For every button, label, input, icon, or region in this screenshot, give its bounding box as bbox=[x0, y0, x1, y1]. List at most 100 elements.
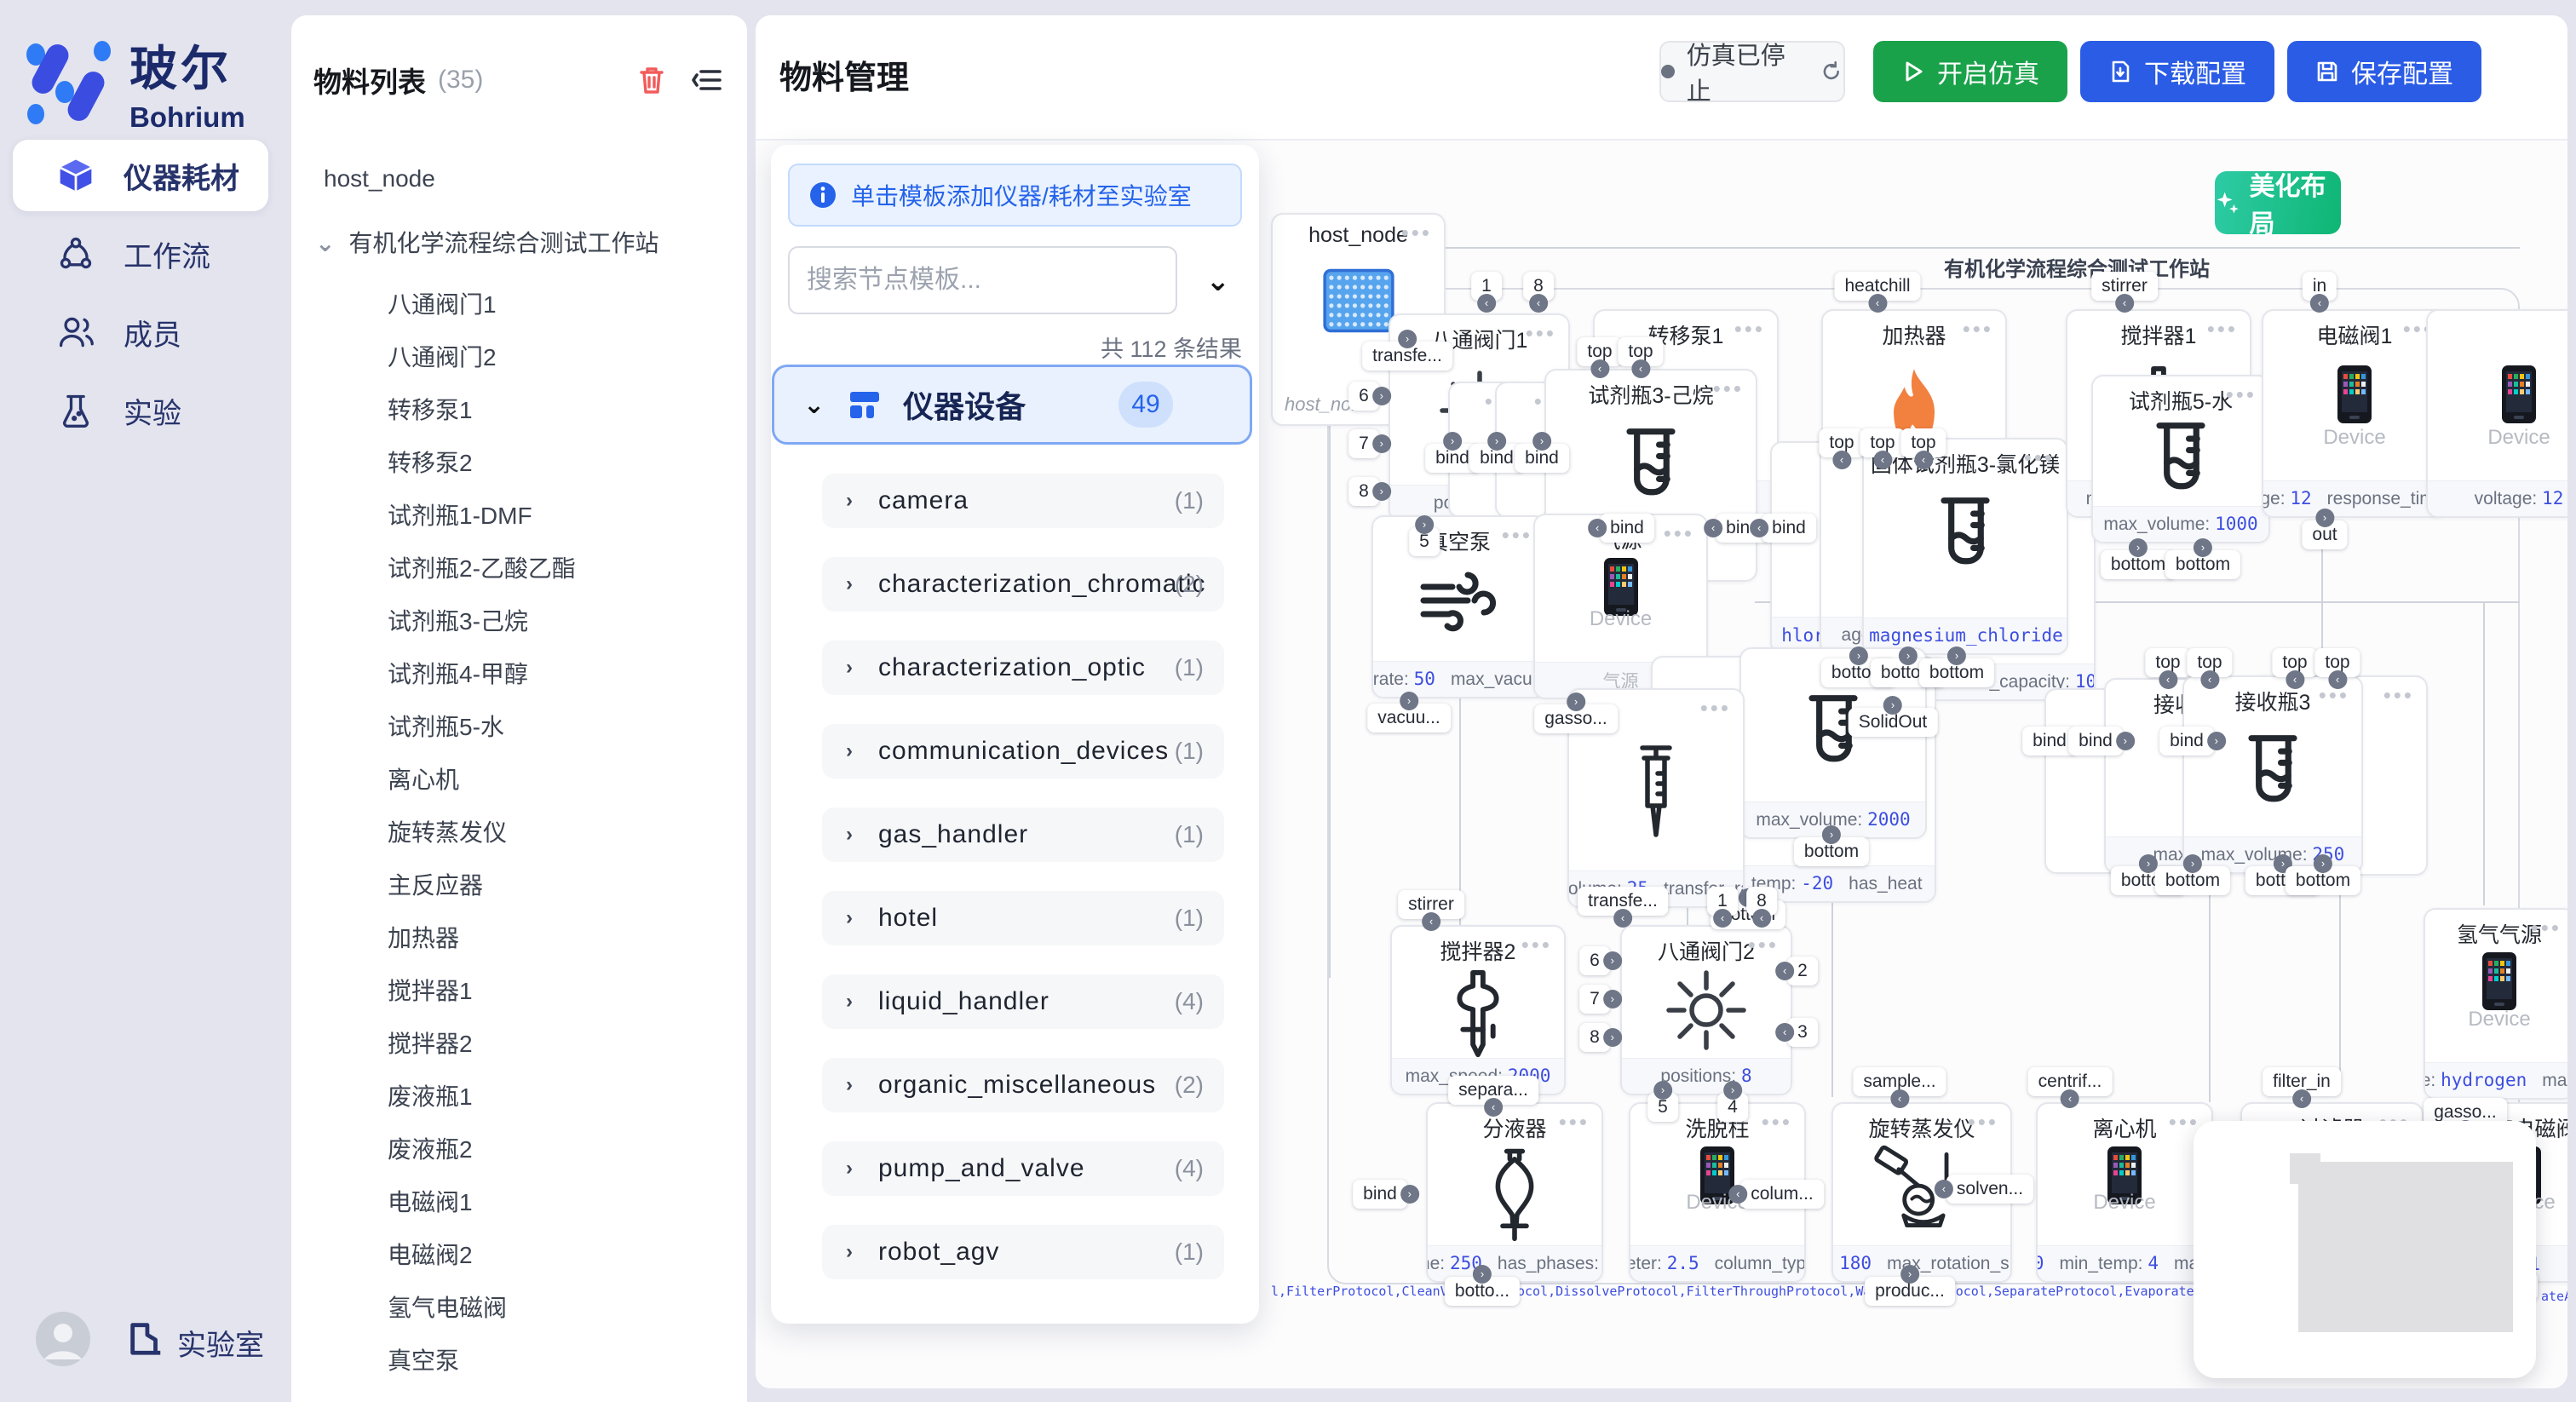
port-vacuu[interactable]: vacuu...› bbox=[1367, 704, 1451, 733]
port-8[interactable]: 8‹ bbox=[1746, 887, 1777, 916]
node-menu-icon[interactable]: ••• bbox=[1502, 522, 1532, 549]
tree-group[interactable]: ⌄有机化学流程综合测试工作站 bbox=[315, 225, 658, 259]
port-handle-icon[interactable]: ‹ bbox=[1484, 1098, 1503, 1117]
port-7[interactable]: 7› bbox=[1579, 985, 1610, 1014]
port-handle-icon[interactable]: ‹ bbox=[1775, 962, 1794, 980]
port-SolidOut[interactable]: SolidOut› bbox=[1849, 708, 1938, 737]
node-真空泵[interactable]: 真空泵•••pump_rate: 50max_vacuum: 0.1 bbox=[1371, 515, 1546, 698]
port-handle-icon[interactable]: ‹ bbox=[1750, 519, 1768, 537]
port-handle-icon[interactable]: ‹ bbox=[2061, 1089, 2079, 1108]
node-menu-icon[interactable]: ••• bbox=[2169, 1109, 2199, 1135]
port-handle-icon[interactable]: › bbox=[1567, 692, 1585, 711]
tree-item[interactable]: 废液瓶2 bbox=[388, 1131, 473, 1165]
node-menu-icon[interactable]: ••• bbox=[2024, 445, 2055, 471]
port-bottom[interactable]: bottom› bbox=[1794, 837, 1869, 866]
category-row-camera[interactable]: ›camera(1) bbox=[822, 474, 1224, 528]
port-handle-icon[interactable]: › bbox=[1443, 432, 1462, 451]
node-menu-icon[interactable]: ••• bbox=[1401, 220, 1432, 246]
category-row-communication_devices[interactable]: ›communication_devices(1) bbox=[822, 724, 1224, 779]
port-handle-icon[interactable]: › bbox=[2207, 732, 2226, 750]
node-menu-icon[interactable]: ••• bbox=[1748, 932, 1779, 958]
avatar[interactable] bbox=[36, 1312, 90, 1366]
sim-status-pill[interactable]: 仿真已停止 bbox=[1659, 41, 1845, 102]
tree-item[interactable]: 废液瓶1 bbox=[388, 1078, 473, 1112]
tree-root[interactable]: host_node bbox=[324, 165, 435, 192]
port-6[interactable]: 6› bbox=[1579, 946, 1610, 975]
node-试剂瓶5-水[interactable]: 试剂瓶5-水•••max_volume: 1000 bbox=[2091, 375, 2270, 543]
port-handle-icon[interactable]: ‹ bbox=[1914, 451, 1933, 469]
port-stirrer[interactable]: stirrer‹ bbox=[1398, 890, 1464, 919]
category-row-hotel[interactable]: ›hotel(1) bbox=[822, 891, 1224, 945]
tree-item[interactable]: 试剂瓶5-水 bbox=[388, 709, 504, 743]
sidebar-item-workflow[interactable]: 工作流 bbox=[13, 218, 268, 290]
port-handle-icon[interactable]: ‹ bbox=[2286, 670, 2304, 689]
port-handle-icon[interactable]: ‹ bbox=[2310, 294, 2329, 313]
category-row-characterization_optic[interactable]: ›characterization_optic(1) bbox=[822, 641, 1224, 695]
port-bind[interactable]: bind› bbox=[1353, 1180, 1407, 1209]
port-1[interactable]: 1‹ bbox=[1707, 887, 1738, 916]
port-bottom[interactable]: bottom› bbox=[2155, 866, 2230, 895]
port-handle-icon[interactable]: › bbox=[1372, 482, 1391, 501]
port-sample[interactable]: sample...‹ bbox=[1853, 1067, 1946, 1096]
node-八通阀门2[interactable]: 八通阀门2•••positions: 8 bbox=[1620, 925, 1792, 1095]
port-handle-icon[interactable]: › bbox=[1532, 432, 1551, 451]
port-top[interactable]: top‹ bbox=[2187, 648, 2232, 677]
node-menu-icon[interactable]: ••• bbox=[1559, 1109, 1590, 1135]
port-out[interactable]: out› bbox=[2302, 520, 2347, 549]
node-menu-icon[interactable]: ••• bbox=[1968, 1109, 1998, 1135]
port-handle-icon[interactable]: › bbox=[2183, 854, 2202, 873]
tree-item[interactable]: 搅拌器2 bbox=[388, 1026, 473, 1060]
port-handle-icon[interactable]: › bbox=[1653, 1081, 1672, 1100]
port-handle-icon[interactable]: ‹ bbox=[1728, 1185, 1747, 1204]
port-5[interactable]: 5› bbox=[1647, 1093, 1678, 1122]
port-bind[interactable]: bind› bbox=[2068, 727, 2123, 756]
port-handle-icon[interactable]: ‹ bbox=[1631, 359, 1650, 378]
download-config-button[interactable]: 下载配置 bbox=[2080, 41, 2274, 102]
search-input[interactable] bbox=[788, 246, 1177, 314]
port-handle-icon[interactable]: › bbox=[1900, 1265, 1919, 1284]
tree-item[interactable]: 真空泵 bbox=[388, 1342, 459, 1376]
node-menu-icon[interactable]: ••• bbox=[1963, 316, 1993, 342]
lab-row[interactable]: 实验室 bbox=[0, 1312, 290, 1388]
port-handle-icon[interactable]: ‹ bbox=[1890, 1089, 1909, 1108]
node-氢气气源[interactable]: 氢气气源•••Device_type: hydrogenmax_pre bbox=[2424, 908, 2567, 1100]
port-handle-icon[interactable]: › bbox=[1372, 434, 1391, 453]
category-row-gas_handler[interactable]: ›gas_handler(1) bbox=[822, 807, 1224, 862]
tree-item[interactable]: 试剂瓶2-乙酸乙酯 bbox=[388, 550, 576, 584]
node-电磁阀1[interactable]: 电磁阀1•••Devicevoltage: 12response_time: 0… bbox=[2262, 309, 2447, 518]
port-handle-icon[interactable]: ‹ bbox=[2292, 1089, 2311, 1108]
port-handle-icon[interactable]: ‹ bbox=[1935, 1180, 1953, 1198]
port-bottom[interactable]: bottom› bbox=[2101, 550, 2176, 579]
port-top[interactable]: top‹ bbox=[2145, 648, 2190, 677]
category-header-equipment[interactable]: ⌄ 仪器设备 49 bbox=[772, 365, 1252, 445]
port-handle-icon[interactable]: › bbox=[1899, 646, 1918, 665]
port-handle-icon[interactable]: ‹ bbox=[1832, 451, 1851, 469]
port-handle-icon[interactable]: › bbox=[1603, 990, 1622, 1008]
port-handle-icon[interactable]: ‹ bbox=[2159, 670, 2177, 689]
port-handle-icon[interactable]: ‹ bbox=[1529, 294, 1548, 313]
tree-item[interactable]: 转移泵1 bbox=[388, 392, 473, 426]
port-bind[interactable]: bind› bbox=[2159, 727, 2214, 756]
lab-label[interactable]: 实验室 bbox=[177, 1322, 264, 1364]
category-row-organic_miscellaneous[interactable]: ›organic_miscellaneous(2) bbox=[822, 1058, 1224, 1112]
tree-item[interactable]: 离心机 bbox=[388, 761, 459, 796]
port-5[interactable]: 5› bbox=[1409, 527, 1440, 556]
port-filter_in[interactable]: filter_in‹ bbox=[2263, 1067, 2341, 1096]
tree-item[interactable]: 加热器 bbox=[388, 920, 459, 954]
collapse-list-icon[interactable] bbox=[691, 63, 725, 97]
node-搅拌器2[interactable]: 搅拌器2•••max_speed: 2000 bbox=[1390, 925, 1566, 1095]
port-bottom[interactable]: bottom› bbox=[1919, 658, 1994, 687]
port-handle-icon[interactable]: ‹ bbox=[2115, 294, 2134, 313]
sidebar-item-experiments[interactable]: 实验 bbox=[13, 375, 268, 446]
refresh-icon[interactable] bbox=[1820, 60, 1843, 83]
port-transfe[interactable]: transfe...› bbox=[1362, 342, 1452, 371]
node-menu-icon[interactable]: ••• bbox=[1700, 695, 1731, 721]
port-8[interactable]: 8› bbox=[1579, 1023, 1610, 1052]
port-handle-icon[interactable]: › bbox=[2129, 538, 2148, 557]
node-固体试剂瓶3-氯化镁[interactable]: 固体试剂瓶3-氯化镁•••agent: magnesium_chlorideph… bbox=[1862, 438, 2068, 655]
port-handle-icon[interactable]: ‹ bbox=[1704, 519, 1722, 537]
port-handle-icon[interactable]: ‹ bbox=[1873, 451, 1892, 469]
port-solven[interactable]: solven...‹ bbox=[1946, 1175, 2033, 1204]
port-handle-icon[interactable]: › bbox=[1723, 1081, 1742, 1100]
port-handle-icon[interactable]: › bbox=[2116, 732, 2135, 750]
